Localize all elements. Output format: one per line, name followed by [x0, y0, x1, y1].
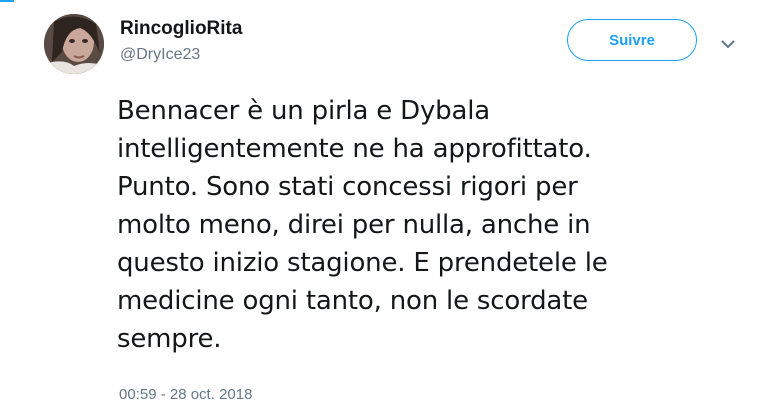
author-info: RincoglioRita @DryIce23 — [120, 18, 242, 66]
user-handle[interactable]: @DryIce23 — [120, 44, 242, 66]
avatar-image — [44, 14, 104, 74]
tweet-text-line: Punto. Sono stati concessi rigori per — [117, 172, 578, 202]
display-name[interactable]: RincoglioRita — [120, 18, 242, 40]
chevron-down-icon — [721, 40, 735, 48]
accent-line — [0, 0, 14, 2]
timestamp-link[interactable]: 00:59 - 28 oct. 2018 — [119, 386, 252, 403]
avatar[interactable] — [44, 14, 104, 74]
tweet-text-line: molto meno, direi per nulla, anche in — [117, 210, 591, 240]
tweet-text-line: medicine ogni tanto, non le scordate — [117, 286, 588, 316]
tweet-text-line: intelligentemente ne ha approfittato. — [117, 134, 592, 164]
tweet-text-line: questo inizio stagione. E prendetele le — [117, 248, 608, 278]
follow-button[interactable]: Suivre — [567, 19, 697, 61]
tweet-card: RincoglioRita @DryIce23 Suivre Bennacer … — [0, 0, 768, 416]
tweet-text-line: Bennacer è un pirla e Dybala — [117, 96, 490, 126]
tweet-text-line: sempre. — [117, 324, 222, 354]
more-options-button[interactable] — [718, 36, 738, 52]
tweet-text: Bennacer è un pirla e Dybala intelligent… — [117, 92, 737, 358]
